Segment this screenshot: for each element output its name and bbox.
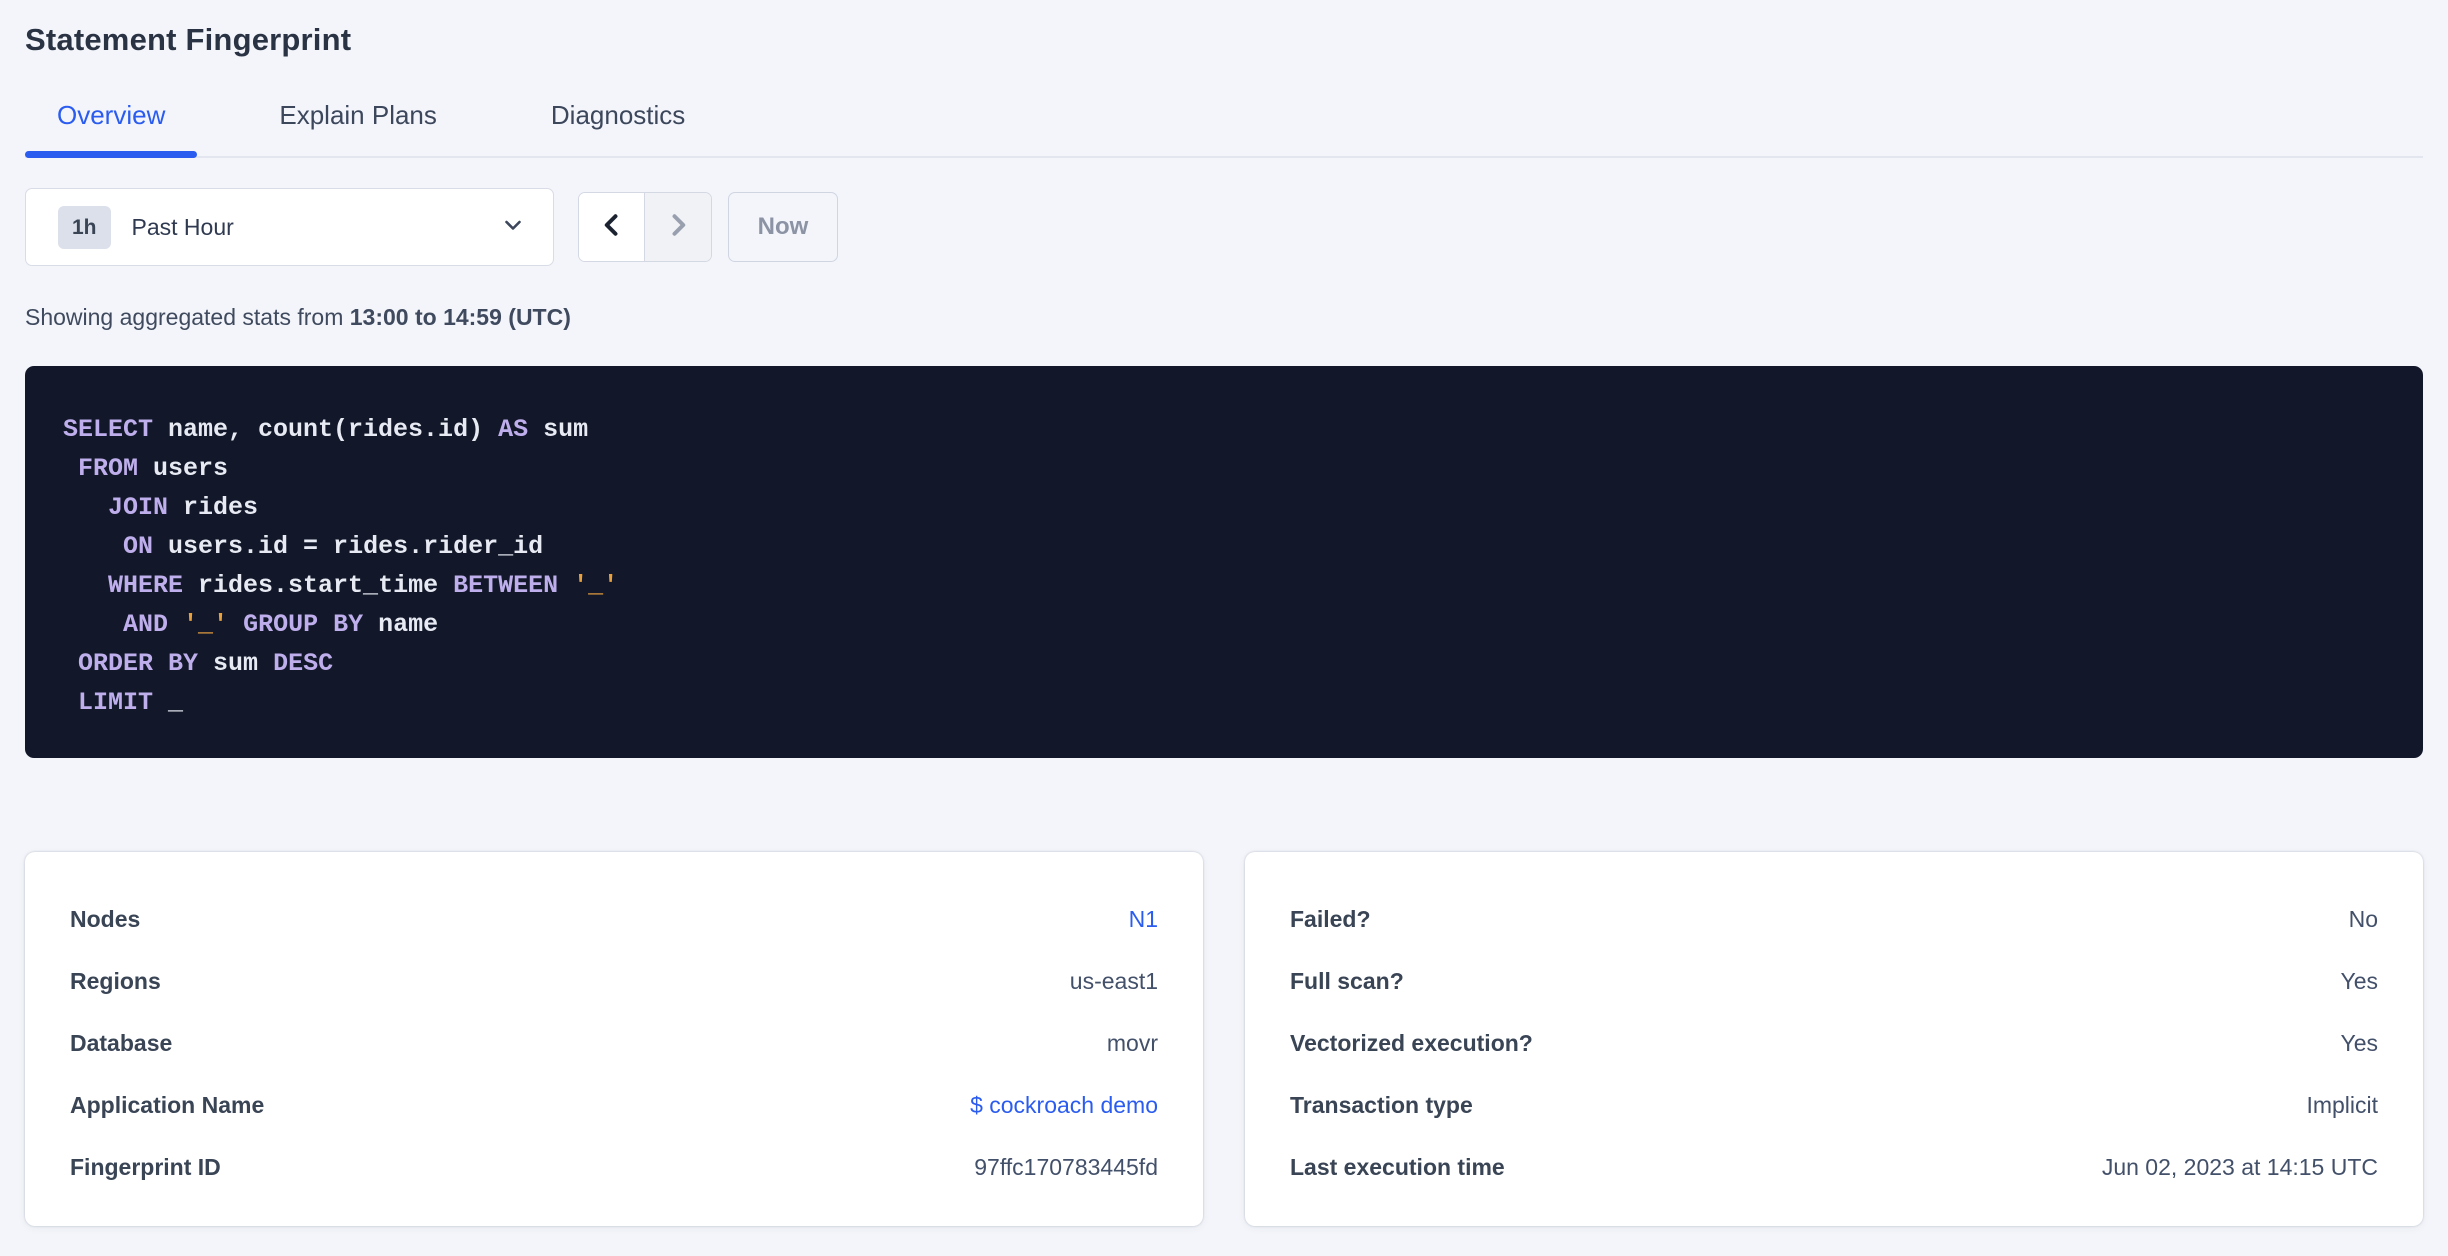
time-range-dropdown[interactable]: 1h Past Hour bbox=[25, 188, 554, 266]
summary-row-label: Regions bbox=[70, 967, 161, 994]
tab-diagnostics[interactable]: Diagnostics bbox=[519, 100, 717, 156]
summary-row: Application Name $ cockroach demo bbox=[70, 1074, 1158, 1136]
summary-row-value-link[interactable]: $ cockroach demo bbox=[970, 1092, 1158, 1119]
stats-caption-prefix: Showing aggregated stats from bbox=[25, 304, 350, 330]
summary-row: Last execution time Jun 02, 2023 at 14:15… bbox=[1290, 1136, 2378, 1198]
summary-row: Vectorized execution? Yes bbox=[1290, 1012, 2378, 1074]
time-range-badge: 1h bbox=[58, 205, 111, 249]
summary-row: Nodes N1 bbox=[70, 888, 1158, 950]
summary-row-label: Database bbox=[70, 1029, 173, 1056]
previous-interval-button[interactable] bbox=[579, 193, 645, 261]
summary-row-value: Yes bbox=[2340, 1029, 2378, 1056]
summary-row-value: Jun 02, 2023 at 14:15 UTC bbox=[2101, 1153, 2378, 1180]
summary-row-value-link[interactable]: N1 bbox=[1129, 906, 1158, 933]
statement-details-card: Nodes N1 Regions us-east1 Database movr Applic… bbox=[25, 852, 1203, 1226]
now-button[interactable]: Now bbox=[728, 192, 838, 262]
summary-row-value: No bbox=[2348, 905, 2378, 932]
summary-row: Database movr bbox=[70, 1012, 1158, 1074]
summary-row-value: Yes bbox=[2340, 967, 2378, 994]
summary-row: Failed? No bbox=[1290, 888, 2378, 950]
sql-code: SELECT name, count(rides.id) AS sum FROM… bbox=[63, 415, 619, 717]
page-title: Statement Fingerprint bbox=[25, 22, 352, 57]
next-interval-button[interactable] bbox=[645, 193, 711, 261]
summary-row: Regions us-east1 bbox=[70, 950, 1158, 1012]
execution-attributes-card: Failed? No Full scan? Yes Vectorized executi… bbox=[1245, 852, 2423, 1226]
summary-row-label: Fingerprint ID bbox=[70, 1153, 221, 1180]
sql-statement-box: SELECT name, count(rides.id) AS sum FROM… bbox=[25, 366, 2423, 758]
summary-row-label: Full scan? bbox=[1290, 967, 1404, 994]
summary-row-label: Nodes bbox=[70, 905, 141, 932]
time-controls: 1h Past Hour Now bbox=[25, 188, 2423, 266]
summary-cards: Nodes N1 Regions us-east1 Database movr Applic… bbox=[25, 852, 2423, 1226]
summary-row-value: Implicit bbox=[2306, 1091, 2378, 1118]
statement-fingerprint-page: Statement Fingerprint Overview Explain Pl… bbox=[0, 0, 2448, 1226]
summary-row: Full scan? Yes bbox=[1290, 950, 2378, 1012]
summary-row: Fingerprint ID 97ffc170783445fd bbox=[70, 1136, 1158, 1198]
summary-row: Transaction type Implicit bbox=[1290, 1074, 2378, 1136]
summary-row-label: Last execution time bbox=[1290, 1153, 1505, 1180]
summary-row-label: Application Name bbox=[70, 1091, 265, 1118]
summary-row-label: Failed? bbox=[1290, 905, 1371, 932]
tab-explain-plans[interactable]: Explain Plans bbox=[247, 100, 469, 156]
time-nav-group bbox=[578, 192, 712, 262]
summary-row-value: us-east1 bbox=[1069, 967, 1158, 994]
summary-row-value: movr bbox=[1106, 1029, 1158, 1056]
stats-caption-range: 13:00 to 14:59 (UTC) bbox=[349, 304, 571, 330]
summary-row-label: Transaction type bbox=[1290, 1091, 1473, 1118]
summary-row-value: 97ffc170783445fd bbox=[974, 1153, 1158, 1180]
aggregated-stats-caption: Showing aggregated stats from 13:00 to 1… bbox=[25, 304, 2423, 331]
tab-bar: Overview Explain Plans Diagnostics bbox=[25, 100, 2423, 158]
chevron-down-icon bbox=[501, 213, 525, 242]
time-range-label: Past Hour bbox=[131, 213, 234, 240]
chevron-left-icon bbox=[598, 211, 626, 244]
tab-overview[interactable]: Overview bbox=[25, 100, 198, 158]
chevron-right-icon bbox=[664, 211, 692, 244]
summary-row-label: Vectorized execution? bbox=[1290, 1029, 1533, 1056]
